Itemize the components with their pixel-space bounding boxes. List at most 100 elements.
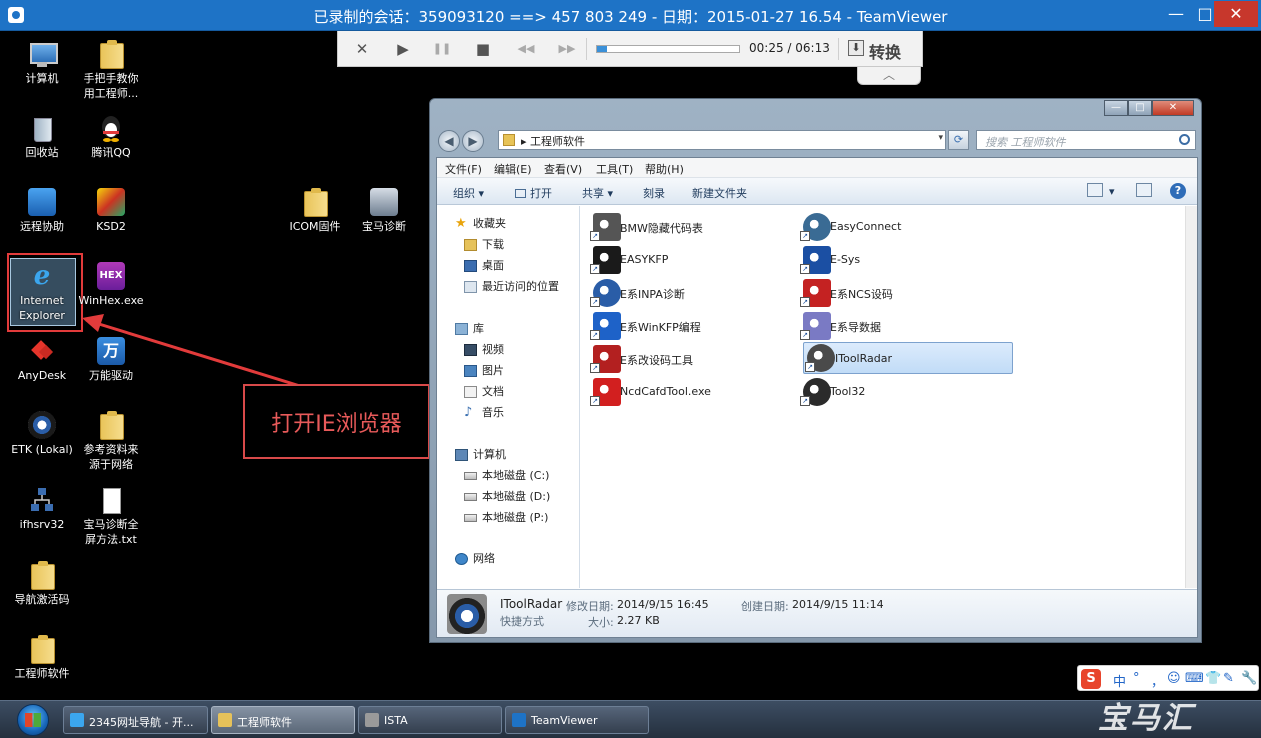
desktop-icon-engineer-software[interactable]: 工程师软件 [6,635,78,681]
ime-chinese-mode[interactable]: 中 [1113,671,1126,690]
details-size-label: 大小: [588,616,614,629]
file-item[interactable]: ↗ E系WinKFP编程 [589,311,795,341]
ime-emoji-icon[interactable]: ☺ [1167,671,1181,686]
explorer-minimize-button[interactable]: — [1104,100,1128,116]
folder-icon [218,713,232,727]
file-item[interactable]: ↗ NcdCafdTool.exe [589,377,795,407]
file-item[interactable]: ↗ E-Sys [799,245,1005,275]
view-options-icon[interactable] [1087,183,1103,197]
nav-computer[interactable]: 计算机 [455,447,506,463]
chevron-down-icon[interactable]: ▾ [938,133,943,143]
file-item[interactable]: ↗ BMW隐藏代码表 [589,212,795,242]
nav-drive-c[interactable]: 本地磁盘 (C:) [464,468,549,484]
nav-network[interactable]: 网络 [455,551,495,567]
shortcut-arrow-icon: ↗ [590,264,600,274]
menu-view[interactable]: 查看(V) [544,161,582,177]
nav-videos[interactable]: 视频 [464,342,504,358]
explorer-maximize-button[interactable]: □ [1128,100,1152,116]
file-list: ↗ BMW隐藏代码表 ↗ EASYKFP ↗ E系INPA诊断 ↗ E系WinKFP编程… [581,206,1185,588]
nav-label: 最近访问的位置 [482,280,559,293]
downloads-folder-icon [464,239,477,251]
ime-comma-icon[interactable]: ， [1151,671,1164,690]
rewind-button[interactable]: ◀◀ [513,40,539,58]
breadcrumb-arrow: ▸ [521,135,527,148]
details-size-value: 2.27 KB [617,614,660,627]
nav-recent[interactable]: 最近访问的位置 [464,279,559,295]
collapse-toolbar-tab[interactable]: ︿ [857,67,921,85]
burn-button[interactable]: 刻录 [643,185,665,201]
file-item[interactable]: ↗ E系INPA诊断 [589,278,795,308]
preview-pane-icon[interactable] [1136,183,1152,197]
music-icon: ♪ [464,405,473,420]
ime-keyboard-icon[interactable]: ⌨ [1185,671,1204,686]
share-button[interactable]: 共享 ▾ [582,185,613,201]
nav-drive-p[interactable]: 本地磁盘 (P:) [464,510,548,526]
file-item[interactable]: ↗ EasyConnect [799,212,1005,242]
nav-favorites[interactable]: ★ 收藏夹 [455,216,506,232]
open-button[interactable]: 打开 [515,185,552,201]
network-icon [455,553,468,565]
library-icon [455,323,468,335]
organize-button[interactable]: 组织 ▾ [453,185,484,201]
help-icon[interactable]: ? [1170,183,1186,199]
file-item[interactable]: ↗ E系NCS设码 [799,278,1005,308]
nav-desktop[interactable]: 桌面 [464,258,504,274]
playback-progress-slider[interactable] [596,45,740,53]
menu-help[interactable]: 帮助(H) [645,161,684,177]
desktop-icon-ifhsrv32[interactable]: ifhsrv32 [6,486,78,532]
file-item-selected[interactable]: ↗ IToolRadar [803,342,1013,374]
taskbar-item-teamviewer[interactable]: TeamViewer [505,706,649,734]
nav-pictures[interactable]: 图片 [464,363,504,379]
itoolradar-thumbnail-icon [447,594,487,634]
new-folder-button[interactable]: 新建文件夹 [692,185,747,201]
nav-music[interactable]: ♪ 音乐 [464,405,504,421]
taskbar-item-ista[interactable]: ISTA [358,706,502,734]
back-button[interactable]: ◀ [438,130,460,152]
nav-libraries[interactable]: 库 [455,321,484,337]
file-name: NcdCafdTool.exe [620,385,711,398]
menu-file[interactable]: 文件(F) [445,161,482,177]
nav-downloads[interactable]: 下载 [464,237,504,253]
file-name: BMW隐藏代码表 [620,222,703,235]
desktop-icon-nav-codes[interactable]: 导航激活码 [6,561,78,607]
file-item[interactable]: ↗ E系导数据 [799,311,1005,341]
file-item[interactable]: ↗ E系改设码工具 [589,344,795,374]
start-button[interactable] [17,704,49,736]
ime-settings-icon[interactable]: 🔧 [1241,671,1257,686]
forward-button[interactable]: ▶ [462,130,484,152]
address-bar[interactable]: ▸ 工程师软件 ▾ [498,130,946,150]
nav-documents[interactable]: 文档 [464,384,504,400]
fast-forward-button[interactable]: ▶▶ [554,40,580,58]
star-icon: ★ [455,216,467,231]
recent-places-icon [464,281,477,293]
vertical-scrollbar[interactable] [1185,206,1197,588]
menu-tools[interactable]: 工具(T) [596,161,633,177]
taskbar-item-engineer-software[interactable]: 工程师软件 [211,706,355,734]
convert-button[interactable]: ⬇ 转换 [848,38,918,62]
pause-button[interactable]: ❚❚ [432,40,452,58]
nav-drive-d[interactable]: 本地磁盘 (D:) [464,489,550,505]
search-input[interactable]: 搜索 工程师软件 [976,130,1196,150]
view-options-dropdown[interactable]: ▾ [1109,185,1115,198]
ime-punctuation-icon[interactable]: ° [1133,671,1140,686]
file-item[interactable]: ↗ Tool32 [799,377,1005,407]
ime-skin-icon[interactable]: 👕 [1205,671,1221,686]
shortcut-arrow-icon: ↗ [590,330,600,340]
close-button[interactable]: ✕ [1214,1,1258,27]
file-name: EasyConnect [830,220,902,233]
shortcut-arrow-icon: ↗ [800,297,810,307]
file-item[interactable]: ↗ EASYKFP [589,245,795,275]
internet-explorer-icon [70,713,84,727]
ista-icon [365,713,379,727]
desktop-icon-bmw-text[interactable]: 宝马诊断全 屏方法.txt [75,486,147,547]
menu-edit[interactable]: 编辑(E) [494,161,532,177]
taskbar-item-browser[interactable]: 2345网址导航 - 开... [63,706,208,734]
ime-handwriting-icon[interactable]: ✎ [1223,671,1234,686]
refresh-button[interactable]: ⟳ [948,130,969,150]
video-icon [464,344,477,356]
minimize-button[interactable]: — [1161,1,1191,27]
halt-button[interactable]: ■ [473,40,493,58]
explorer-close-button[interactable]: ✕ [1152,100,1194,116]
details-pane: IToolRadar 快捷方式 修改日期: 2014/9/15 16:45 大小… [437,589,1197,637]
sogou-logo-icon[interactable]: S [1081,669,1101,689]
